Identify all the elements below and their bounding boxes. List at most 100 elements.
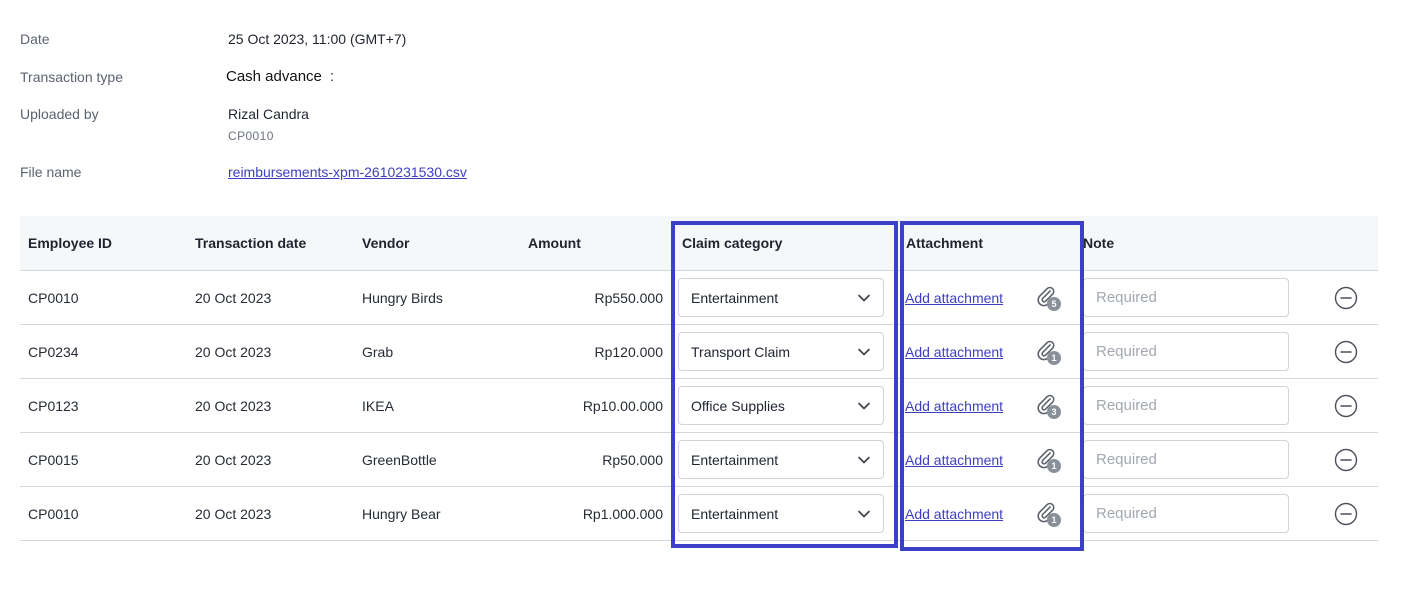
uploaded-by-label: Uploaded by — [20, 106, 99, 122]
vendor-cell: Hungry Bear — [354, 486, 520, 541]
note-input[interactable] — [1083, 386, 1289, 425]
attachment-count-badge: 5 — [1047, 296, 1061, 311]
amount-cell: Rp10.00.000 — [520, 378, 671, 433]
attachment-cell: Add attachment 1 — [894, 486, 1073, 541]
note-input[interactable] — [1083, 440, 1289, 479]
attachment-count-badge: 1 — [1047, 458, 1061, 473]
header-vendor: Vendor — [354, 216, 520, 271]
paperclip-icon[interactable]: 3 — [1035, 393, 1061, 419]
note-cell — [1073, 324, 1313, 379]
note-input[interactable] — [1083, 494, 1289, 533]
transaction-type-label: Transaction type — [20, 69, 123, 85]
attachment-controls: Add attachment 3 — [905, 393, 1065, 419]
claim-category-select[interactable]: Office Supplies — [678, 386, 884, 425]
claim-category-select[interactable]: Entertainment — [678, 440, 884, 479]
amount-cell: Rp1.000.000 — [520, 486, 671, 541]
attachment-controls: Add attachment 5 — [905, 285, 1065, 311]
note-input[interactable] — [1083, 278, 1289, 317]
add-attachment-link[interactable]: Add attachment — [905, 344, 1003, 360]
actions-cell — [1313, 486, 1378, 541]
actions-cell — [1313, 378, 1378, 433]
claim-category-value: Transport Claim — [691, 343, 791, 360]
transaction-date-cell: 20 Oct 2023 — [187, 324, 354, 379]
employee-id-cell: CP0015 — [20, 432, 187, 487]
add-attachment-link[interactable]: Add attachment — [905, 506, 1003, 522]
vendor-cell: Hungry Birds — [354, 270, 520, 325]
claim-category-cell: Entertainment — [671, 270, 894, 325]
table-body: CP0010 20 Oct 2023 Hungry Birds Rp550.00… — [20, 270, 1378, 541]
amount-cell: Rp550.000 — [520, 270, 671, 325]
attachment-count-badge: 1 — [1047, 512, 1061, 527]
vendor-cell: IKEA — [354, 378, 520, 433]
claims-table: Employee ID Transaction date Vendor Amou… — [20, 216, 1378, 541]
claim-category-select[interactable]: Entertainment — [678, 278, 884, 317]
actions-cell — [1313, 324, 1378, 379]
chevron-down-icon — [858, 348, 870, 355]
header-amount: Amount — [520, 216, 671, 271]
actions-cell — [1313, 432, 1378, 487]
table-row: CP0015 20 Oct 2023 GreenBottle Rp50.000 … — [20, 432, 1378, 487]
vendor-cell: Grab — [354, 324, 520, 379]
table-header-row: Employee ID Transaction date Vendor Amou… — [20, 216, 1378, 271]
claim-category-cell: Entertainment — [671, 486, 894, 541]
transaction-date-cell: 20 Oct 2023 — [187, 486, 354, 541]
amount-cell: Rp50.000 — [520, 432, 671, 487]
paperclip-icon[interactable]: 5 — [1035, 285, 1061, 311]
minus-circle-icon[interactable] — [1334, 394, 1358, 418]
chevron-down-icon — [858, 402, 870, 409]
transaction-type-value: Cash advance: — [226, 68, 334, 85]
table-row: CP0010 20 Oct 2023 Hungry Bear Rp1.000.0… — [20, 486, 1378, 541]
chevron-down-icon — [858, 456, 870, 463]
header-employee-id: Employee ID — [20, 216, 187, 271]
claim-category-select[interactable]: Entertainment — [678, 494, 884, 533]
attachment-cell: Add attachment 5 — [894, 270, 1073, 325]
amount-cell: Rp120.000 — [520, 324, 671, 379]
minus-circle-icon[interactable] — [1334, 502, 1358, 526]
add-attachment-link[interactable]: Add attachment — [905, 452, 1003, 468]
claim-category-value: Entertainment — [691, 505, 779, 522]
add-attachment-link[interactable]: Add attachment — [905, 290, 1003, 306]
table-row: CP0123 20 Oct 2023 IKEA Rp10.00.000 Offi… — [20, 378, 1378, 433]
chevron-down-icon — [858, 510, 870, 517]
attachment-count-badge: 3 — [1047, 404, 1061, 419]
note-input[interactable] — [1083, 332, 1289, 371]
minus-circle-icon[interactable] — [1334, 286, 1358, 310]
minus-circle-icon[interactable] — [1334, 340, 1358, 364]
employee-id-cell: CP0010 — [20, 486, 187, 541]
chevron-down-icon — [858, 294, 870, 301]
uploader-id: CP0010 — [228, 129, 274, 143]
note-cell — [1073, 378, 1313, 433]
attachment-controls: Add attachment 1 — [905, 501, 1065, 527]
header-transaction-date: Transaction date — [187, 216, 354, 271]
add-attachment-link[interactable]: Add attachment — [905, 398, 1003, 414]
attachment-cell: Add attachment 1 — [894, 432, 1073, 487]
transaction-date-cell: 20 Oct 2023 — [187, 432, 354, 487]
claim-category-value: Entertainment — [691, 289, 779, 306]
table-row: CP0234 20 Oct 2023 Grab Rp120.000 Transp… — [20, 324, 1378, 379]
transaction-type-text: Cash advance — [226, 68, 322, 85]
vendor-cell: GreenBottle — [354, 432, 520, 487]
file-name-link[interactable]: reimbursements-xpm-2610231530.csv — [228, 164, 467, 180]
file-name-label: File name — [20, 164, 82, 180]
date-value: 25 Oct 2023, 11:00 (GMT+7) — [228, 31, 407, 47]
attachment-count-badge: 1 — [1047, 350, 1061, 365]
transaction-date-cell: 20 Oct 2023 — [187, 378, 354, 433]
table-row: CP0010 20 Oct 2023 Hungry Birds Rp550.00… — [20, 270, 1378, 325]
paperclip-icon[interactable]: 1 — [1035, 339, 1061, 365]
paperclip-icon[interactable]: 1 — [1035, 447, 1061, 473]
attachment-controls: Add attachment 1 — [905, 447, 1065, 473]
minus-circle-icon[interactable] — [1334, 448, 1358, 472]
header-actions — [1313, 216, 1378, 271]
paperclip-icon[interactable]: 1 — [1035, 501, 1061, 527]
claim-category-cell: Transport Claim — [671, 324, 894, 379]
header-attachment: Attachment — [894, 216, 1073, 271]
header-note: Note — [1073, 216, 1313, 271]
transaction-type-suffix: : — [329, 68, 335, 85]
attachment-controls: Add attachment 1 — [905, 339, 1065, 365]
note-cell — [1073, 270, 1313, 325]
note-cell — [1073, 486, 1313, 541]
claim-category-value: Office Supplies — [691, 397, 785, 414]
uploader-name: Rizal Candra — [228, 106, 309, 122]
claim-category-select[interactable]: Transport Claim — [678, 332, 884, 371]
attachment-cell: Add attachment 3 — [894, 378, 1073, 433]
